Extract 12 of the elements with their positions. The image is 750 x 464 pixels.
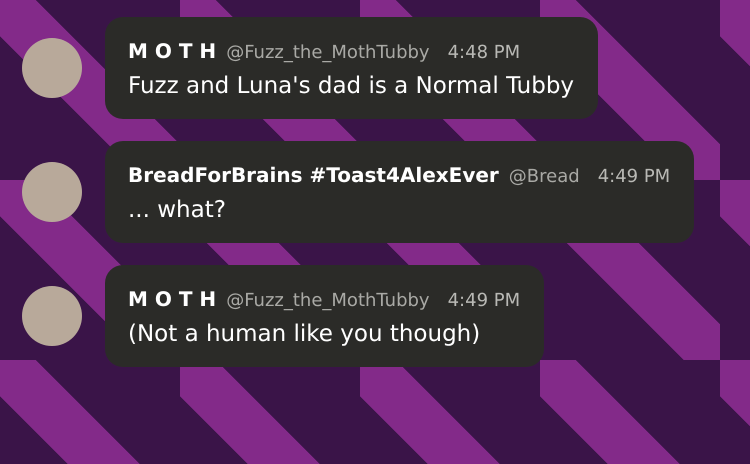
user-handle: @Fuzz_the_MothTubby xyxy=(226,42,430,63)
message-text: ... what? xyxy=(128,197,227,223)
author-name[interactable]: M O T H xyxy=(128,39,216,63)
user-handle: @Fuzz_the_MothTubby xyxy=(226,290,430,311)
timestamp: 4:49 PM xyxy=(598,166,670,187)
user-handle: @Bread xyxy=(508,166,580,187)
timestamp: 4:48 PM xyxy=(448,42,520,63)
author-name[interactable]: M O T H xyxy=(128,287,216,311)
timestamp: 4:49 PM xyxy=(448,290,520,311)
message-text: (Not a human like you though) xyxy=(128,321,482,347)
author-name[interactable]: BreadForBrains #Toast4AlexEver xyxy=(128,163,499,187)
message-text: Fuzz and Luna's dad is a Normal Tubby xyxy=(128,73,574,99)
